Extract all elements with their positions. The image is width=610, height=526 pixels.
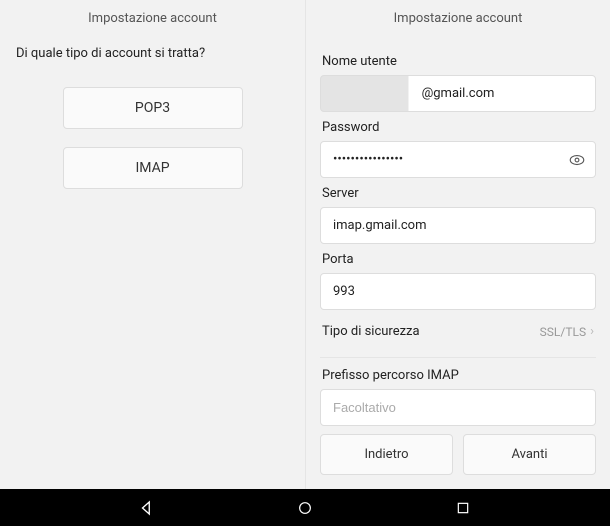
password-label: Password: [322, 120, 596, 135]
chevron-right-icon: ›: [590, 324, 594, 339]
password-field[interactable]: ••••••••••••••••: [320, 141, 596, 178]
back-button[interactable]: Indietro: [320, 434, 453, 475]
username-label: Nome utente: [322, 54, 596, 69]
left-panel: Impostazione account Di quale tipo di ac…: [0, 0, 305, 489]
pop3-button[interactable]: POP3: [63, 87, 243, 129]
divider: [320, 357, 596, 358]
server-field[interactable]: imap.gmail.com: [320, 207, 596, 244]
nav-recent-icon[interactable]: [452, 497, 474, 519]
security-type-row[interactable]: Tipo di sicurezza SSL/TLS ›: [320, 310, 596, 349]
imap-prefix-field[interactable]: [320, 389, 596, 426]
port-label: Porta: [322, 252, 596, 267]
page-title-right: Impostazione account: [320, 0, 596, 46]
android-navbar: [0, 489, 610, 526]
nav-home-icon[interactable]: [294, 497, 316, 519]
next-button[interactable]: Avanti: [463, 434, 596, 475]
username-field[interactable]: @gmail.com: [320, 75, 596, 112]
security-type-label: Tipo di sicurezza: [322, 324, 420, 339]
eye-icon[interactable]: [568, 151, 586, 169]
server-label: Server: [322, 186, 596, 201]
nav-back-icon[interactable]: [136, 497, 158, 519]
port-field[interactable]: 993: [320, 273, 596, 310]
page-title-left: Impostazione account: [14, 0, 291, 46]
imap-prefix-label: Prefisso percorso IMAP: [322, 368, 596, 383]
username-value: @gmail.com: [333, 86, 583, 101]
security-type-value: SSL/TLS: [540, 325, 586, 339]
right-panel: Impostazione account Nome utente @gmail.…: [305, 0, 610, 489]
imap-button[interactable]: IMAP: [63, 147, 243, 189]
account-type-question: Di quale tipo di account si tratta?: [14, 46, 291, 79]
